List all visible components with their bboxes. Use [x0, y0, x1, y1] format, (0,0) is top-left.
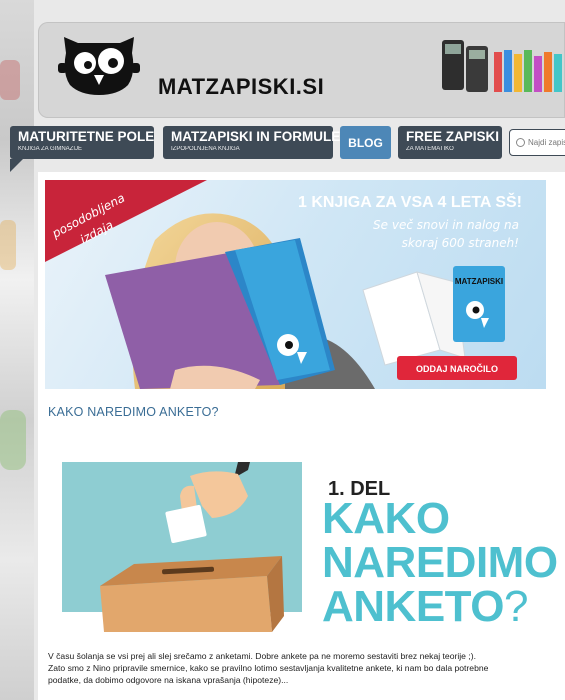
- excerpt-line: Zato smo z Nino pripravile smernice, kak…: [48, 663, 489, 673]
- article-title-link[interactable]: KAKO NAREDIMO ANKETO?: [48, 405, 219, 419]
- nav-subtitle: IZPOPOLNJENA KNJIGA: [171, 146, 240, 152]
- image-title-qmark: ?: [503, 582, 528, 631]
- nav-maturitetne-pole[interactable]: MATURITETNE POLE KNJIGA ZA GIMNAZIJE: [10, 126, 154, 159]
- banner-artwork: posodobljena izdaja 1 KNJIGA ZA VSA 4 LE…: [45, 180, 522, 389]
- calculators-and-pens-image: [442, 40, 562, 92]
- search-icon: [516, 138, 525, 147]
- banner-headline: 1 KNJIGA ZA VSA 4 LETA SŠ!: [298, 192, 522, 211]
- order-button-label: ODDAJ NAROČILO: [416, 363, 498, 374]
- nav-subtitle: KNJIGA ZA GIMNAZIJE: [18, 146, 83, 152]
- search-input[interactable]: Najdi zapiske: [509, 129, 565, 156]
- nav-title: FREE ZAPISKI: [406, 129, 500, 144]
- brand-name[interactable]: MATZAPISKI.SI: [158, 74, 324, 100]
- image-title-word: ANKETO: [322, 582, 504, 631]
- nav-notch: [10, 159, 23, 172]
- background-blur: [0, 60, 20, 100]
- banner-subline-2: skoraj 600 straneh!: [402, 236, 519, 250]
- nav-subtitle: ZA MATEMATIKO: [406, 146, 454, 152]
- owl-logo-icon[interactable]: [58, 33, 140, 97]
- nav-blog[interactable]: BLOG: [340, 126, 391, 159]
- nav-title: MATZAPISKI IN FORMULE: [171, 129, 341, 144]
- nav-matzapiski-in-formule[interactable]: MATZAPISKI IN FORMULE IZPOPOLNJENA KNJIG…: [163, 126, 341, 159]
- nav-title: MATURITETNE POLE: [18, 129, 155, 144]
- search-placeholder: Najdi zapiske: [528, 138, 565, 147]
- banner-subline-1: Se več snovi in nalog na: [373, 218, 519, 232]
- ballot-box-illustration: [62, 462, 302, 632]
- nav-free-zapiski[interactable]: FREE ZAPISKI ZA MATEMATIKO: [398, 126, 502, 159]
- background-blur: [0, 410, 26, 470]
- image-title-line-3: ANKETO?: [322, 585, 528, 629]
- background-blur: [0, 220, 16, 270]
- promo-banner[interactable]: posodobljena izdaja 1 KNJIGA ZA VSA 4 LE…: [45, 180, 546, 389]
- image-title-line-2: NAREDIMO: [322, 538, 558, 587]
- background-left-strip: [0, 0, 34, 700]
- excerpt-line: V času šolanja se vsi prej ali slej sreč…: [48, 651, 476, 661]
- article-excerpt: V času šolanja se vsi prej ali slej sreč…: [48, 650, 558, 686]
- book-title: MATZAPISKI: [455, 277, 503, 286]
- excerpt-line: podatke, da dobimo odgovore na iskana vp…: [48, 675, 289, 685]
- image-title-line-1: KAKO: [322, 494, 450, 543]
